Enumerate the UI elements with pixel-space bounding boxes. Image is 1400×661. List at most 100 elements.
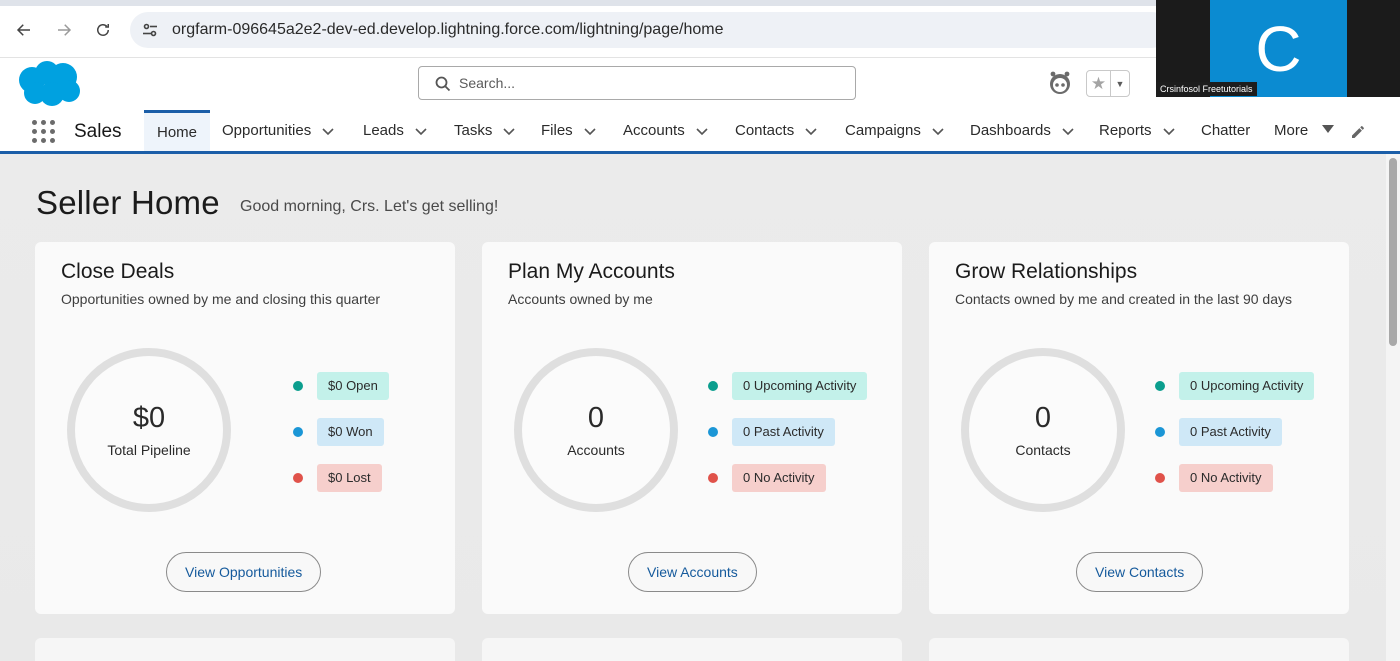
nav-tab-campaigns[interactable]: Campaigns <box>845 110 945 151</box>
favorites-menu-chevron-icon[interactable]: ▼ <box>1111 71 1129 96</box>
view-contacts-button[interactable]: View Contacts <box>1076 552 1204 592</box>
card-subtitle: Accounts owned by me <box>508 291 653 307</box>
nav-tab-label: Leads <box>363 122 404 139</box>
status-badge: $0 Lost <box>317 464 382 492</box>
legend-past-activity[interactable]: 0 Past Activity <box>708 418 835 446</box>
status-badge: 0 Past Activity <box>1179 418 1282 446</box>
nav-tab-label: Files <box>541 122 573 139</box>
chevron-down-icon[interactable] <box>583 124 597 138</box>
card-title: Close Deals <box>61 260 175 283</box>
nav-tab-dashboards[interactable]: Dashboards <box>970 110 1075 151</box>
reload-icon[interactable] <box>91 18 115 42</box>
legend-dot <box>708 381 718 391</box>
search-input[interactable] <box>459 72 839 94</box>
nav-tab-label: Campaigns <box>845 122 921 139</box>
card-title: Plan My Accounts <box>508 260 675 283</box>
status-badge: 0 Past Activity <box>732 418 835 446</box>
star-icon[interactable]: ★ <box>1087 71 1111 96</box>
legend-open[interactable]: $0 Open <box>293 372 389 400</box>
einstein-agent-icon[interactable] <box>1046 70 1074 96</box>
chevron-down-icon[interactable] <box>931 124 945 138</box>
legend-dot <box>293 381 303 391</box>
nav-tab-reports[interactable]: Reports <box>1099 110 1176 151</box>
lower-card <box>35 638 455 661</box>
card-title: Grow Relationships <box>955 260 1138 283</box>
pipeline-donut-chart: $0 Total Pipeline <box>67 348 231 512</box>
nav-tab-contacts[interactable]: Contacts <box>735 110 818 151</box>
donut-value: 0 <box>587 402 605 434</box>
nav-tab-label: Tasks <box>454 122 493 139</box>
plan-my-accounts-card: Plan My Accounts Accounts owned by me 0 … <box>482 242 902 614</box>
global-search[interactable] <box>418 66 856 100</box>
forward-icon[interactable] <box>52 18 76 42</box>
app-name: Sales <box>74 121 122 142</box>
page-scrollbar[interactable] <box>1386 154 1400 661</box>
chevron-down-icon[interactable] <box>1061 124 1075 138</box>
legend-upcoming-activity[interactable]: 0 Upcoming Activity <box>708 372 868 400</box>
url-text: orgfarm-096645a2e2-dev-ed.develop.lightn… <box>172 21 724 38</box>
legend-dot <box>1155 381 1165 391</box>
greeting-text: Good morning, Crs. Let's get selling! <box>240 198 499 215</box>
chevron-down-icon[interactable] <box>1162 124 1176 138</box>
donut-value: 0 <box>1034 402 1052 434</box>
nav-tab-more[interactable]: More <box>1274 110 1308 151</box>
donut-value: $0 <box>132 402 166 434</box>
lower-card <box>482 638 902 661</box>
more-caret-icon[interactable] <box>1322 125 1334 133</box>
legend-won[interactable]: $0 Won <box>293 418 384 446</box>
nav-tab-label: Opportunities <box>222 122 312 139</box>
salesforce-logo-icon[interactable] <box>16 60 82 108</box>
lower-card <box>929 638 1349 661</box>
status-badge: $0 Open <box>317 372 389 400</box>
favorites-button[interactable]: ★ ▼ <box>1086 70 1130 97</box>
nav-tab-accounts[interactable]: Accounts <box>623 110 709 151</box>
nav-tab-label: Contacts <box>735 122 795 139</box>
legend-dot <box>1155 473 1165 483</box>
accounts-donut-chart: 0 Accounts <box>514 348 678 512</box>
card-subtitle: Contacts owned by me and created in the … <box>955 291 1292 307</box>
donut-label: Accounts <box>567 442 625 458</box>
nav-tab-leads[interactable]: Leads <box>363 110 428 151</box>
legend-dot <box>708 427 718 437</box>
donut-label: Contacts <box>1015 442 1071 458</box>
chevron-down-icon[interactable] <box>321 124 335 138</box>
webcam-overlay: C Crsinfosol Freetutorials <box>1156 0 1400 97</box>
nav-tab-label: Chatter <box>1201 122 1251 139</box>
status-badge: 0 Upcoming Activity <box>1179 372 1315 400</box>
status-badge: 0 Upcoming Activity <box>732 372 868 400</box>
legend-lost[interactable]: $0 Lost <box>293 464 382 492</box>
address-bar[interactable]: orgfarm-096645a2e2-dev-ed.develop.lightn… <box>130 12 1170 48</box>
chevron-down-icon[interactable] <box>804 124 818 138</box>
edit-nav-pencil-icon[interactable] <box>1350 124 1366 140</box>
legend-no-activity[interactable]: 0 No Activity <box>1155 464 1273 492</box>
chevron-down-icon[interactable] <box>502 124 516 138</box>
legend-dot <box>708 473 718 483</box>
back-icon[interactable] <box>12 18 36 42</box>
nav-tab-chatter[interactable]: Chatter <box>1201 110 1250 151</box>
webcam-name-label: Crsinfosol Freetutorials <box>1156 82 1257 96</box>
nav-tab-label: Home <box>157 123 198 141</box>
scrollbar-thumb[interactable] <box>1389 158 1397 346</box>
nav-tab-home[interactable]: Home <box>144 110 211 151</box>
view-opportunities-button[interactable]: View Opportunities <box>166 552 322 592</box>
app-launcher-icon[interactable] <box>32 120 56 144</box>
site-settings-icon[interactable] <box>142 22 158 38</box>
chevron-down-icon[interactable] <box>414 124 428 138</box>
nav-tab-files[interactable]: Files <box>541 110 597 151</box>
donut-label: Total Pipeline <box>107 442 191 458</box>
legend-dot <box>293 473 303 483</box>
chevron-down-icon[interactable] <box>695 124 709 138</box>
home-page: Seller Home Good morning, Crs. Let's get… <box>0 154 1386 661</box>
nav-tab-tasks[interactable]: Tasks <box>454 110 516 151</box>
nav-tab-label: Dashboards <box>970 122 1051 139</box>
grow-relationships-card: Grow Relationships Contacts owned by me … <box>929 242 1349 614</box>
legend-past-activity[interactable]: 0 Past Activity <box>1155 418 1282 446</box>
nav-tab-opportunities[interactable]: Opportunities <box>222 110 335 151</box>
view-accounts-button[interactable]: View Accounts <box>628 552 757 592</box>
nav-tab-label: More <box>1274 122 1309 139</box>
search-icon <box>435 76 451 92</box>
legend-no-activity[interactable]: 0 No Activity <box>708 464 826 492</box>
status-badge: 0 No Activity <box>1179 464 1273 492</box>
status-badge: 0 No Activity <box>732 464 826 492</box>
legend-upcoming-activity[interactable]: 0 Upcoming Activity <box>1155 372 1315 400</box>
